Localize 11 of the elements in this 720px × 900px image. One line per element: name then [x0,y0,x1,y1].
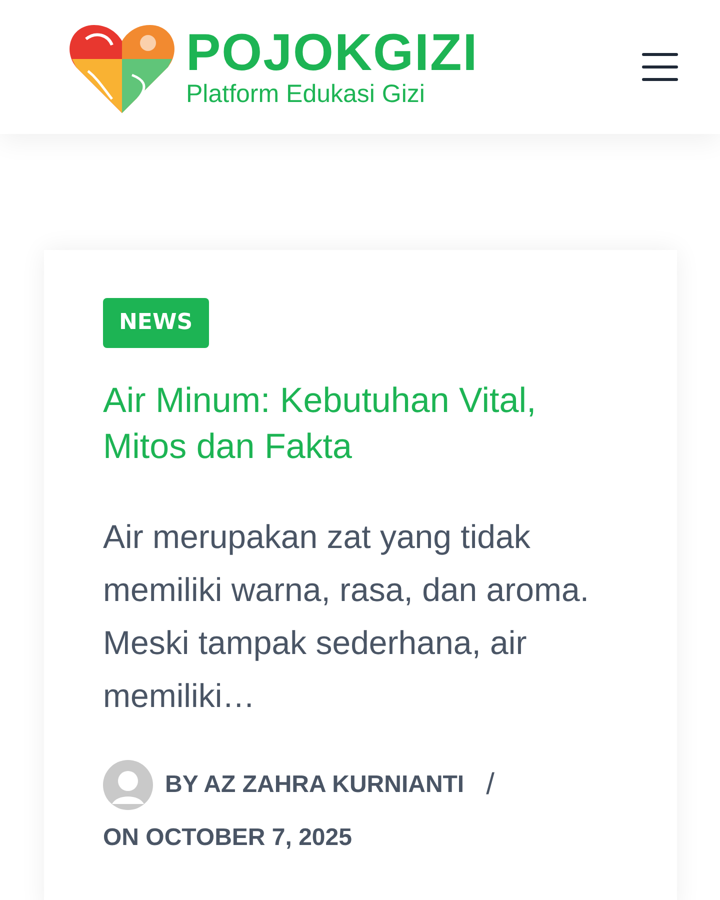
category-tag[interactable]: NEWS [103,298,209,348]
menu-button[interactable] [642,53,678,81]
post-excerpt: Air merupakan zat yang tidak memiliki warna, rasa, dan aroma. Meski tampak sederhana, air memiliki… [103,517,590,716]
brand-name: POJOKGIZI [186,26,478,80]
author-link[interactable]: BY AZ ZAHRA KURNIANTI [165,771,464,799]
separator: / [486,768,494,802]
avatar-icon [103,760,153,810]
post-title[interactable]: Air Minum: Kebutuhan Vital, Mitos dan Fakta [103,378,627,470]
post-date: ON OCTOBER 7, 2025 [103,824,353,852]
menu-icon [642,53,678,81]
tagline: Platform Edukasi Gizi [186,80,426,108]
